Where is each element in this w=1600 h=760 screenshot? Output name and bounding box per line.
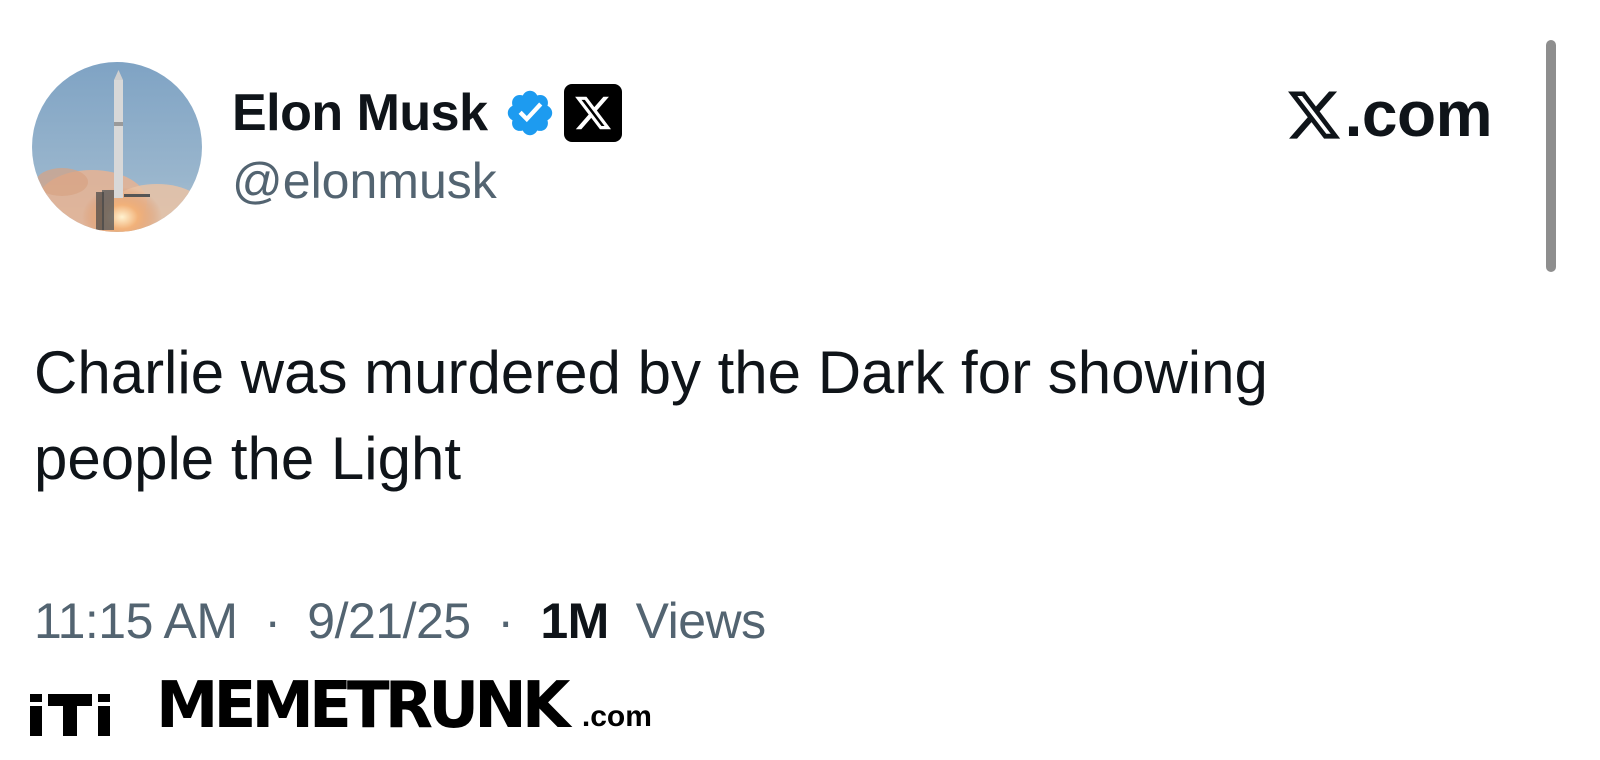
- verified-badge-icon[interactable]: [504, 87, 556, 139]
- author-display-name[interactable]: Elon Musk: [232, 83, 488, 143]
- views-count: 1M: [540, 593, 609, 649]
- meta-separator: ·: [484, 593, 527, 649]
- site-logo[interactable]: .com: [1285, 78, 1493, 150]
- scrollbar[interactable]: [1546, 40, 1556, 272]
- tweet-meta: 11:15 AM · 9/21/25 · 1M Views: [34, 592, 766, 650]
- watermark: MEMETRUNK .com: [30, 669, 652, 743]
- tweet-text: Charlie was murdered by the Dark for sho…: [34, 339, 1268, 492]
- views-label: Views: [622, 593, 766, 649]
- watermark-name: MEMETRUNK: [156, 669, 570, 743]
- tweet-time[interactable]: 11:15 AM: [34, 593, 238, 649]
- site-logo-text: .com: [1344, 78, 1493, 150]
- tweet-date[interactable]: 9/21/25: [307, 593, 471, 649]
- meta-separator: ·: [250, 593, 294, 649]
- rocket-launch-avatar-icon: [32, 62, 202, 232]
- watermark-suffix: .com: [581, 700, 652, 733]
- author-handle[interactable]: @elonmusk: [232, 152, 497, 210]
- memetrunk-logo-icon: [30, 694, 110, 736]
- avatar[interactable]: [32, 62, 202, 232]
- author-name-row: Elon Musk: [232, 82, 622, 144]
- x-logo-icon[interactable]: [563, 84, 622, 142]
- x-logo-icon: [1285, 85, 1343, 143]
